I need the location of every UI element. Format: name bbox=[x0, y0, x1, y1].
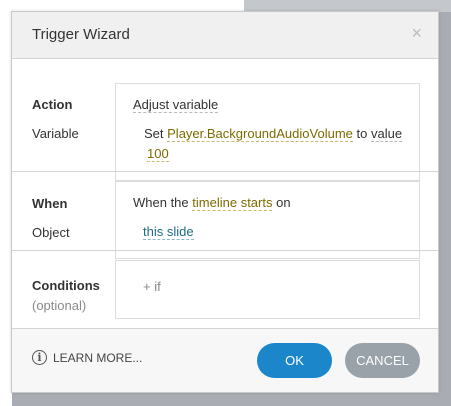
object-label: Object bbox=[32, 225, 70, 240]
action-section: Action Variable Adjust variable Set Play… bbox=[12, 59, 438, 181]
conditions-panel: + if bbox=[115, 260, 420, 319]
learn-more-text: LEARN MORE... bbox=[53, 350, 143, 365]
action-panel: Adjust variable Set Player.BackgroundAud… bbox=[115, 83, 420, 181]
divider-when-conditions bbox=[12, 250, 438, 251]
conditions-section: Conditions (optional) + if bbox=[12, 260, 438, 329]
when-row: When the timeline starts on bbox=[133, 195, 291, 211]
conditions-optional-label: (optional) bbox=[32, 298, 87, 313]
ok-button[interactable]: OK bbox=[257, 343, 332, 378]
variable-name-link[interactable]: Player.BackgroundAudioVolume bbox=[167, 126, 353, 142]
wizard-content: Action Variable Adjust variable Set Play… bbox=[12, 59, 438, 329]
dialog-title: Trigger Wizard bbox=[32, 26, 130, 43]
when-section: When Object When the timeline starts on … bbox=[12, 181, 438, 259]
divider-action-when bbox=[12, 171, 438, 172]
learn-more-link[interactable]: i LEARN MORE... bbox=[32, 350, 142, 365]
info-icon: i bbox=[32, 350, 47, 365]
variable-row: Set Player.BackgroundAudioVolume to valu… bbox=[144, 126, 403, 142]
add-condition-button[interactable]: + if bbox=[143, 279, 161, 294]
action-dropdown[interactable]: Adjust variable bbox=[133, 97, 219, 113]
dialog-footer: i LEARN MORE... OK CANCEL bbox=[12, 329, 438, 392]
object-row: this slide bbox=[143, 224, 194, 240]
action-label: Action bbox=[32, 97, 73, 112]
event-link[interactable]: timeline starts bbox=[192, 195, 273, 211]
when-prefix: When the bbox=[133, 195, 189, 210]
when-panel: When the timeline starts on this slide bbox=[115, 181, 420, 259]
title-bar: Trigger Wizard × bbox=[12, 12, 438, 59]
close-icon[interactable]: × bbox=[411, 24, 422, 42]
value-row: 100 bbox=[147, 146, 169, 162]
cancel-button[interactable]: CANCEL bbox=[345, 343, 420, 378]
to-text: to bbox=[356, 126, 368, 141]
when-suffix: on bbox=[276, 195, 291, 210]
set-text: Set bbox=[144, 126, 164, 141]
operator-link[interactable]: value bbox=[370, 126, 403, 142]
when-label: When bbox=[32, 196, 68, 211]
variable-label: Variable bbox=[32, 126, 79, 141]
trigger-wizard-dialog: Trigger Wizard × Action Variable Adjust … bbox=[11, 11, 439, 393]
action-value[interactable]: Adjust variable bbox=[133, 97, 219, 113]
variable-value-field[interactable]: 100 bbox=[147, 146, 169, 162]
object-link[interactable]: this slide bbox=[143, 224, 194, 240]
conditions-label: Conditions bbox=[32, 278, 100, 293]
